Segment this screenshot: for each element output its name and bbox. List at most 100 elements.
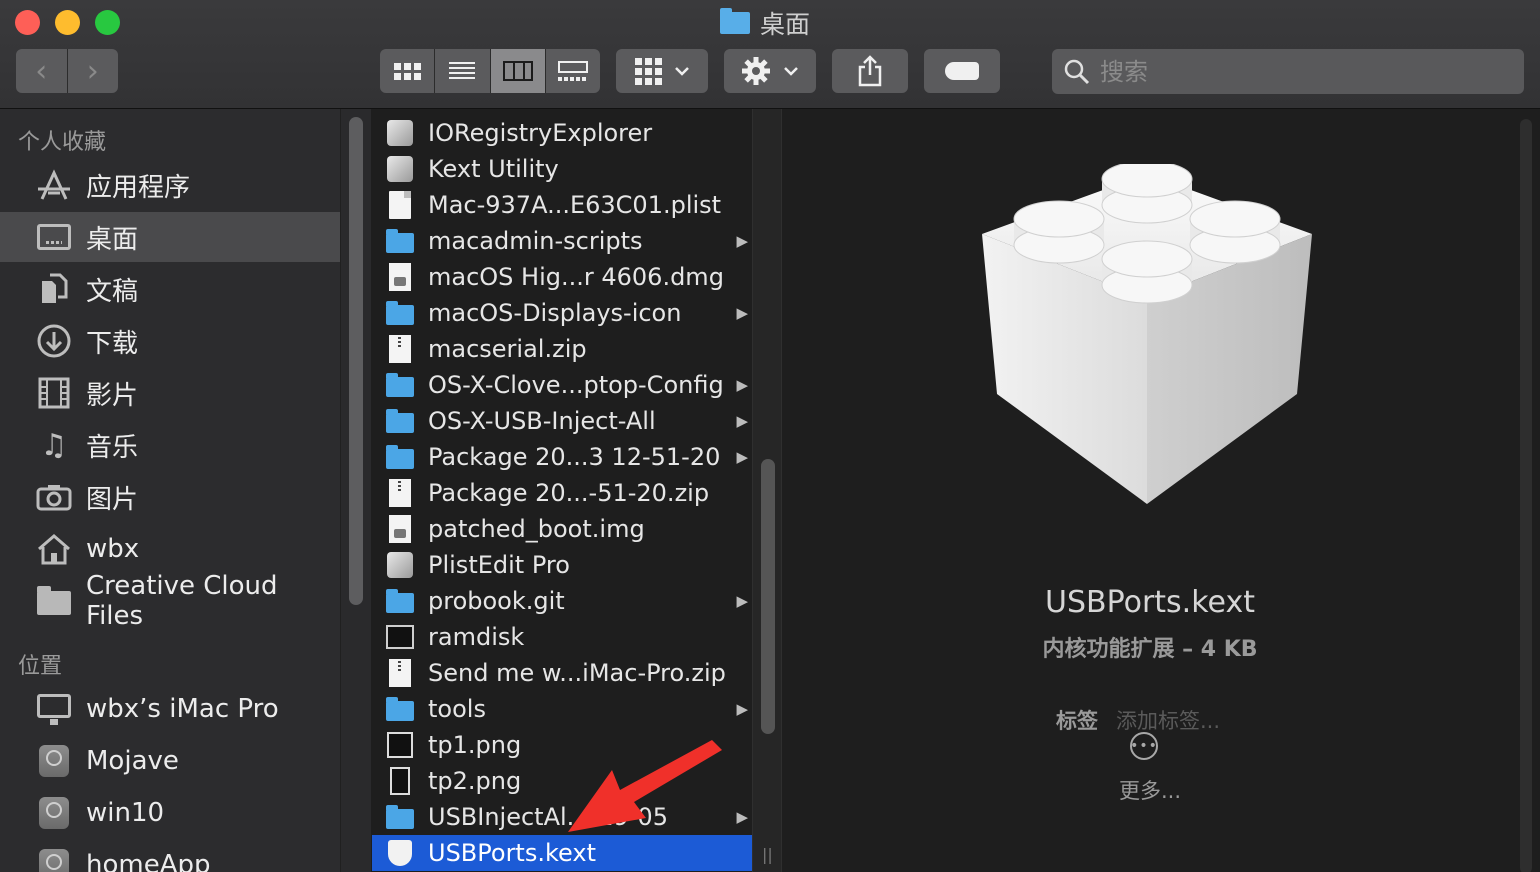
file-name: tp2.png xyxy=(428,767,522,795)
disk-icon xyxy=(36,849,72,872)
file-name: macOS-Displays-icon xyxy=(428,299,682,327)
minimize-window-button[interactable] xyxy=(55,10,80,35)
file-row[interactable]: ramdisk xyxy=(372,619,752,655)
sidebar-item-label: 图片 xyxy=(86,484,139,515)
sidebar-item-creative-cloud[interactable]: Creative Cloud Files xyxy=(0,571,340,631)
file-row[interactable]: patched_boot.img xyxy=(372,511,752,547)
downloads-icon xyxy=(36,324,72,358)
sidebar-item-music[interactable]: ♫ 音乐 xyxy=(0,420,340,470)
file-row[interactable]: Kext Utility xyxy=(372,151,752,187)
file-row[interactable]: macOS Hig...r 4606.dmg xyxy=(372,259,752,295)
search-field[interactable] xyxy=(1052,49,1524,94)
more-icon[interactable]: ••• xyxy=(1130,732,1158,760)
add-tags-field[interactable]: 添加标签... xyxy=(1116,705,1220,735)
file-row[interactable]: probook.git ▶ xyxy=(372,583,752,619)
folder-icon xyxy=(386,444,414,470)
file-row[interactable]: tp2.png xyxy=(372,763,752,799)
column-resize-handle[interactable]: || xyxy=(762,845,773,864)
sidebar-item-movies[interactable]: 影片 xyxy=(0,368,340,418)
kext-icon xyxy=(982,164,1312,504)
icon-view-button[interactable] xyxy=(380,49,434,93)
sidebar-item-imac[interactable]: wbx’s iMac Pro xyxy=(0,684,340,734)
file-name: OS-X-USB-Inject-All xyxy=(428,407,656,435)
sidebar-scrollbar[interactable] xyxy=(340,109,371,872)
sidebar-item-label: homeApp xyxy=(86,850,211,872)
folder-icon xyxy=(386,696,414,722)
share-button[interactable] xyxy=(832,49,908,93)
apps-icon xyxy=(36,169,72,201)
file-row[interactable]: IORegistryExplorer xyxy=(372,115,752,151)
forward-button[interactable]: › xyxy=(66,49,119,93)
chevron-down-icon xyxy=(674,67,689,76)
sidebar-item-pictures[interactable]: 图片 xyxy=(0,472,340,522)
zoom-window-button[interactable] xyxy=(95,10,120,35)
chevron-right-icon: ▶ xyxy=(736,592,748,610)
sidebar-item-mojave[interactable]: Mojave xyxy=(0,736,340,786)
close-window-button[interactable] xyxy=(15,10,40,35)
file-row[interactable]: macserial.zip xyxy=(372,331,752,367)
computer-icon xyxy=(36,693,72,725)
file-row[interactable]: Mac-937A...E63C01.plist xyxy=(372,187,752,223)
gallery-view-icon xyxy=(557,61,588,81)
disk-image-icon xyxy=(386,515,414,543)
gallery-view-button[interactable] xyxy=(544,49,600,93)
document-icon xyxy=(386,191,414,219)
column-scrollbar[interactable]: || xyxy=(752,109,782,872)
file-row[interactable]: macadmin-scripts ▶ xyxy=(372,223,752,259)
back-button[interactable]: ‹ xyxy=(16,49,67,93)
sidebar-item-desktop[interactable]: 桌面 xyxy=(0,212,340,262)
file-row[interactable]: OS-X-Clove...ptop-Config ▶ xyxy=(372,367,752,403)
more-button[interactable]: 更多... xyxy=(782,775,1518,805)
list-view-button[interactable] xyxy=(434,49,489,93)
file-row[interactable]: Send me w...iMac-Pro.zip xyxy=(372,655,752,691)
search-input[interactable] xyxy=(1098,56,1502,87)
finder-window: 桌面 ‹ › 搜索 个人收藏 应用程序 桌面 文稿 下载 影片 ♫ 音乐 图片 … xyxy=(0,0,1540,872)
file-row[interactable]: tp1.png xyxy=(372,727,752,763)
chevron-right-icon: ▶ xyxy=(736,376,748,394)
sidebar-item-home[interactable]: wbx xyxy=(0,524,340,574)
sidebar-item-win10[interactable]: win10 xyxy=(0,788,340,838)
file-name: tp1.png xyxy=(428,731,522,759)
file-row-selected[interactable]: USBPorts.kext xyxy=(372,835,752,871)
zip-icon xyxy=(386,335,414,363)
file-row[interactable]: PlistEdit Pro xyxy=(372,547,752,583)
column-view-icon xyxy=(502,61,533,81)
sidebar-item-documents[interactable]: 文稿 xyxy=(0,264,340,314)
kext-icon xyxy=(386,840,414,866)
file-row[interactable]: Package 20...3 12-51-20 ▶ xyxy=(372,439,752,475)
file-row[interactable]: Package 20...-51-20.zip xyxy=(372,475,752,511)
view-mode-switcher xyxy=(380,49,600,93)
file-name: macadmin-scripts xyxy=(428,227,643,255)
file-row[interactable]: OS-X-USB-Inject-All ▶ xyxy=(372,403,752,439)
sidebar-item-label: 应用程序 xyxy=(86,172,191,203)
tags-row: 标签 添加标签... xyxy=(1056,705,1220,735)
desktop-icon xyxy=(36,221,72,253)
column-view-button[interactable] xyxy=(489,49,545,93)
file-name: USBPorts.kext xyxy=(428,839,596,867)
file-row[interactable]: macOS-Displays-icon ▶ xyxy=(372,295,752,331)
sidebar-item-homeapp[interactable]: homeApp xyxy=(0,840,340,872)
image-icon xyxy=(386,767,414,795)
file-row[interactable]: USBInjectAl...-19-05 ▶ xyxy=(372,799,752,835)
documents-icon xyxy=(36,273,72,305)
scrollbar-thumb[interactable] xyxy=(761,459,775,734)
folder-icon xyxy=(386,804,414,830)
camera-icon xyxy=(36,481,72,513)
preview-file-name: USBPorts.kext xyxy=(1045,585,1255,620)
group-icon xyxy=(634,57,662,85)
sidebar-item-label: 影片 xyxy=(86,380,139,411)
navigation-buttons: ‹ › xyxy=(16,49,118,93)
app-icon xyxy=(386,552,414,578)
tags-button[interactable] xyxy=(924,49,1000,93)
terminal-icon xyxy=(386,624,414,650)
file-name: Kext Utility xyxy=(428,155,559,183)
sidebar-item-downloads[interactable]: 下载 xyxy=(0,316,340,366)
scrollbar-thumb[interactable] xyxy=(349,117,363,605)
file-name: tools xyxy=(428,695,486,723)
scrollbar-thumb[interactable] xyxy=(1520,119,1532,872)
preview-scrollbar[interactable] xyxy=(1518,109,1540,872)
sidebar-item-applications[interactable]: 应用程序 xyxy=(0,160,340,210)
group-by-button[interactable] xyxy=(616,49,708,93)
file-row[interactable]: tools ▶ xyxy=(372,691,752,727)
action-menu-button[interactable] xyxy=(724,49,816,93)
